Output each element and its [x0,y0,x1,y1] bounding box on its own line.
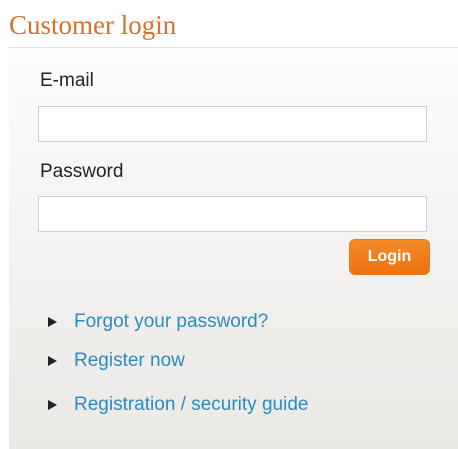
security-guide-label[interactable]: Registration / security guide [74,393,308,417]
triangle-right-icon [48,317,57,327]
triangle-right-icon [48,400,57,410]
email-label: E-mail [40,70,94,91]
password-label: Password [40,161,124,182]
password-field[interactable] [38,196,427,232]
title-divider [9,47,458,48]
email-field[interactable] [38,106,427,142]
forgot-password-label[interactable]: Forgot your password? [74,310,268,334]
register-now-link[interactable]: Register now [48,349,185,373]
register-now-label[interactable]: Register now [74,349,185,373]
triangle-right-icon [48,356,57,366]
forgot-password-link[interactable]: Forgot your password? [48,310,268,334]
login-button[interactable]: Login [349,239,430,275]
security-guide-link[interactable]: Registration / security guide [48,393,308,417]
page-title: Customer login [9,10,177,40]
